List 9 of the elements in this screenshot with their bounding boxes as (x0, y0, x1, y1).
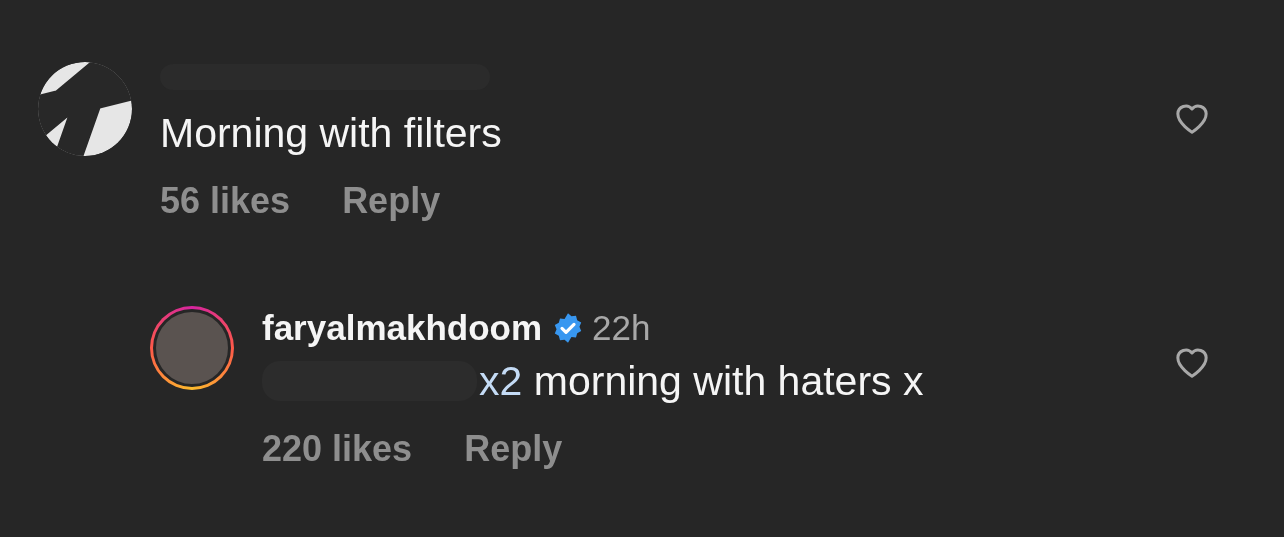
likes-count[interactable]: 220 likes (262, 428, 413, 470)
username[interactable]: faryalmakhdoom (262, 308, 543, 348)
likes-count[interactable]: 56 likes (160, 180, 291, 222)
comment-text: x2 morning with haters x (479, 357, 924, 405)
reply-button[interactable]: Reply (342, 180, 441, 222)
comment-time: 22h (592, 308, 651, 348)
reply-button[interactable]: Reply (464, 428, 563, 470)
mention-link[interactable]: x2 (479, 357, 523, 404)
comment-text: Morning with filters (160, 109, 502, 157)
